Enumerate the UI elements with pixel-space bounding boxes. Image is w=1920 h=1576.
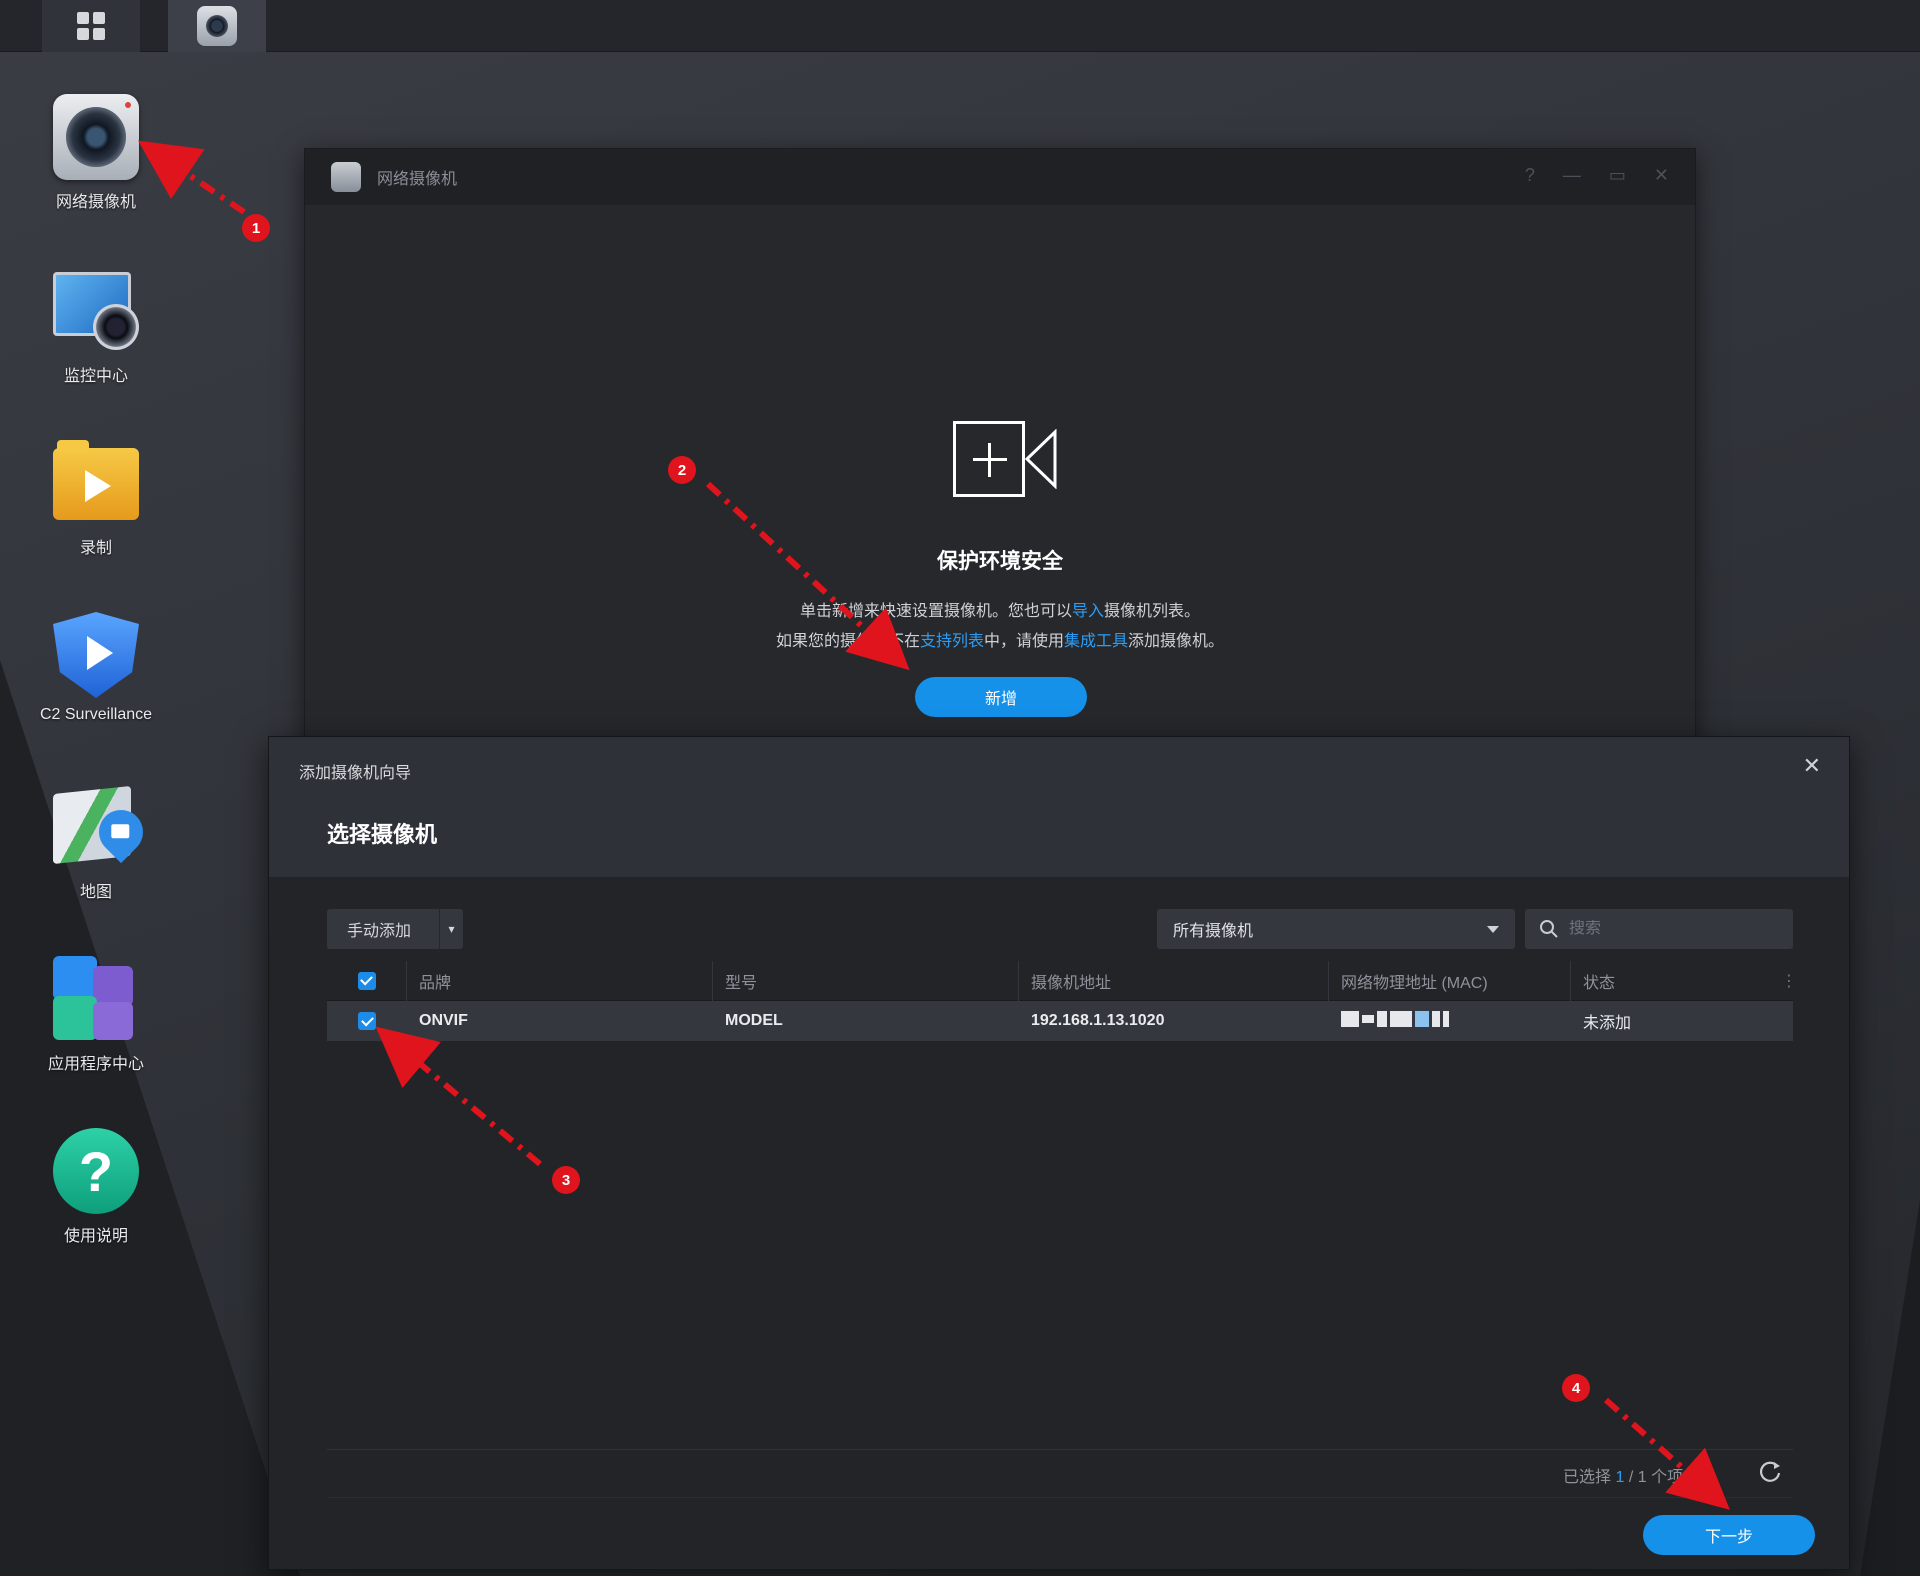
divider <box>327 1497 1793 1498</box>
brand-cell: ONVIF <box>419 1012 468 1029</box>
desktop-icon-monitor-center[interactable]: 监控中心 <box>20 268 172 386</box>
help-icon: ? <box>53 1128 139 1214</box>
camera-table: 品牌 型号 摄像机地址 网络物理地址 (MAC) 状态 ⋮ ONVIF MODE… <box>327 960 1797 1041</box>
add-camera-button[interactable]: 新增 <box>915 677 1087 717</box>
wizard-heading: 选择摄像机 <box>327 822 438 847</box>
mac-cell <box>1329 1010 1571 1032</box>
wizard-toolbar: 手动添加 ▾ 所有摄像机 <box>327 909 1793 949</box>
status-cell: 未添加 <box>1583 1015 1632 1032</box>
c2-surveillance-icon <box>53 612 139 698</box>
import-link[interactable]: 导入 <box>1072 603 1104 620</box>
empty-state-line-1: 单击新增来快速设置摄像机。您也可以导入摄像机列表。 <box>305 597 1695 621</box>
table-row[interactable]: ONVIF MODEL 192.168.1.13.1020 未添加 <box>327 1001 1793 1041</box>
selection-count: 1 <box>1615 1469 1625 1486</box>
select-all-cell <box>327 960 407 1001</box>
selection-info: 已选择 1 / 1 个项目 <box>1563 1463 1699 1487</box>
ip-camera-icon <box>53 94 139 180</box>
desktop-icon-map[interactable]: 地图 <box>20 784 172 902</box>
desktop-icon-label: 录制 <box>79 540 112 557</box>
add-camera-icon <box>953 421 1057 497</box>
wizard-title: 添加摄像机向导 <box>299 765 412 782</box>
column-header-status[interactable]: 状态 <box>1571 961 1781 1001</box>
empty-state-line-2: 如果您的摄像机不在支持列表中，请使用集成工具添加摄像机。 <box>305 627 1695 651</box>
taskbar-ip-camera-button[interactable] <box>168 0 266 52</box>
desktop-icon-help[interactable]: ? 使用说明 <box>20 1128 172 1246</box>
text: 添加摄像机。 <box>1128 633 1225 650</box>
empty-state-title: 保护环境安全 <box>937 550 1063 573</box>
table-header: 品牌 型号 摄像机地址 网络物理地址 (MAC) 状态 ⋮ <box>327 960 1797 1001</box>
search-box[interactable] <box>1525 909 1793 949</box>
grid-icon <box>77 12 105 40</box>
ip-camera-icon <box>197 6 237 46</box>
search-icon <box>1540 920 1558 938</box>
annotation-badge-1: 1 <box>242 214 270 242</box>
column-header-mac[interactable]: 网络物理地址 (MAC) <box>1329 960 1571 1001</box>
ip-camera-window: 网络摄像机 ? — ▭ ✕ 保护环境安全 单击新增来快速设置摄像机。您也可以导入… <box>304 148 1696 754</box>
address-cell: 192.168.1.13.1020 <box>1031 1012 1165 1029</box>
text: 如果您的摄像机不在 <box>775 633 920 650</box>
window-titlebar[interactable]: 网络摄像机 ? — ▭ ✕ <box>305 149 1695 205</box>
close-icon[interactable]: ✕ <box>1654 165 1669 186</box>
column-header-brand[interactable]: 品牌 <box>407 960 713 1001</box>
desktop-icon-label: 应用程序中心 <box>47 1056 144 1073</box>
search-input[interactable] <box>1569 920 1769 938</box>
close-icon[interactable]: ✕ <box>1803 753 1821 779</box>
camera-filter-value: 所有摄像机 <box>1173 923 1254 940</box>
text: 摄像机列表。 <box>1104 603 1201 620</box>
column-header-model[interactable]: 型号 <box>713 960 1019 1001</box>
main-menu-button[interactable] <box>42 0 140 52</box>
ip-camera-icon <box>331 162 361 192</box>
divider <box>327 1449 1793 1450</box>
row-checkbox[interactable] <box>358 1012 376 1030</box>
desktop-icon-app-center[interactable]: 应用程序中心 <box>20 956 172 1074</box>
window-title: 网络摄像机 <box>377 171 458 188</box>
app-center-icon <box>53 956 139 1042</box>
selection-prefix: 已选择 <box>1563 1469 1612 1486</box>
annotation-badge-3: 3 <box>552 1166 580 1194</box>
support-list-link[interactable]: 支持列表 <box>920 633 984 650</box>
manual-add-button[interactable]: 手动添加 ▾ <box>327 909 463 949</box>
maximize-icon[interactable]: ▭ <box>1609 165 1626 186</box>
integration-tool-link[interactable]: 集成工具 <box>1064 633 1128 650</box>
manual-add-label: 手动添加 <box>347 923 412 940</box>
refresh-icon[interactable] <box>1755 1457 1785 1487</box>
desktop-icon-ip-camera[interactable]: 网络摄像机 <box>20 94 172 212</box>
row-checkbox-cell <box>327 1012 407 1030</box>
annotation-badge-4: 4 <box>1562 1374 1590 1402</box>
desktop-icon-label: 网络摄像机 <box>55 194 136 211</box>
text: 中，请使用 <box>983 633 1064 650</box>
selection-total: / 1 个项目 <box>1628 1469 1700 1486</box>
desktop-icon-recording[interactable]: 录制 <box>20 440 172 558</box>
desktop-shade-right <box>1860 1200 1920 1576</box>
desktop-icon-label: C2 Surveillance <box>39 706 153 723</box>
caret-down-icon <box>1487 926 1499 933</box>
desktop-icon-label: 使用说明 <box>63 1228 128 1245</box>
annotation-badge-2: 2 <box>668 456 696 484</box>
text: 单击新增来快速设置摄像机。您也可以 <box>799 603 1072 620</box>
wizard-header: 添加摄像机向导 选择摄像机 ✕ <box>269 737 1849 877</box>
mac-redacted <box>1341 1010 1449 1027</box>
select-all-checkbox[interactable] <box>357 971 376 990</box>
recording-folder-icon <box>53 440 139 526</box>
column-header-address[interactable]: 摄像机地址 <box>1019 960 1329 1001</box>
model-cell: MODEL <box>725 1012 783 1029</box>
monitor-center-icon <box>53 268 139 354</box>
help-icon[interactable]: ? <box>1525 165 1535 186</box>
column-menu-icon[interactable]: ⋮ <box>1781 971 1797 991</box>
desktop-icon-label: 地图 <box>79 884 112 901</box>
next-button[interactable]: 下一步 <box>1643 1515 1815 1555</box>
desktop-icon-c2-surveillance[interactable]: C2 Surveillance <box>20 612 172 724</box>
desktop-icon-label: 监控中心 <box>63 368 128 385</box>
map-icon <box>53 784 153 870</box>
camera-filter-select[interactable]: 所有摄像机 <box>1157 909 1515 949</box>
add-camera-wizard: 添加摄像机向导 选择摄像机 ✕ 手动添加 ▾ 所有摄像机 品牌 型号 摄像机地址… <box>268 736 1850 1570</box>
taskbar <box>0 0 1920 52</box>
chevron-down-icon[interactable]: ▾ <box>439 909 463 949</box>
minimize-icon[interactable]: — <box>1563 165 1581 186</box>
